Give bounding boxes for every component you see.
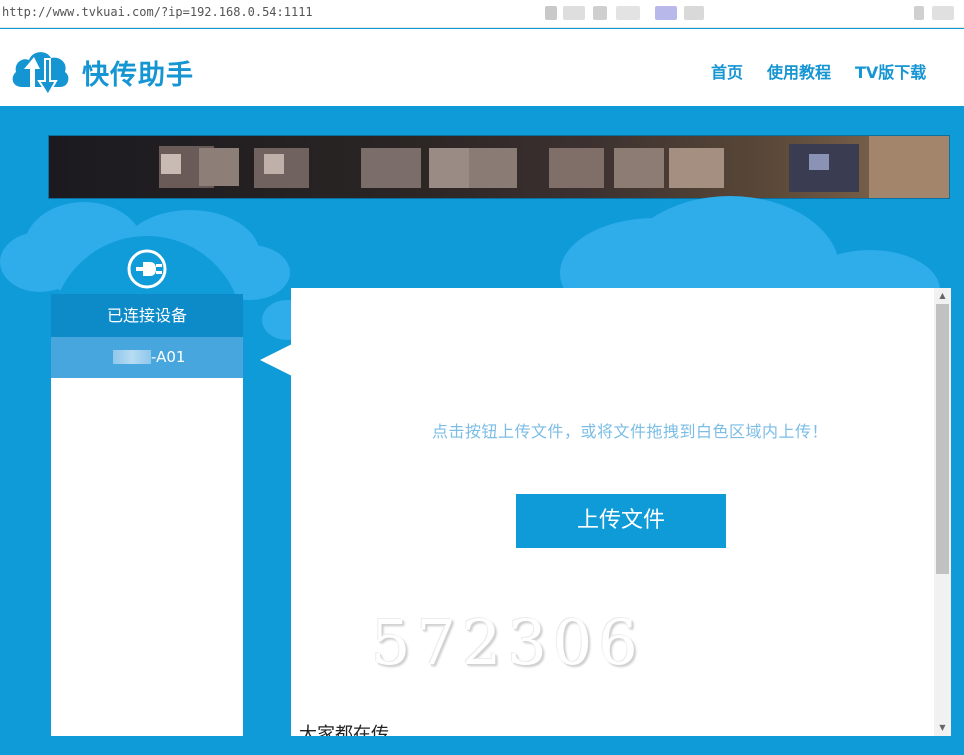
blurred-region	[932, 6, 954, 20]
popular-section-title: 大家都在传	[299, 724, 389, 736]
blurred-region	[655, 6, 677, 20]
device-name: -A01	[151, 348, 186, 366]
device-item[interactable]: -A01	[51, 337, 243, 378]
blurred-region	[914, 6, 924, 20]
plug-icon	[127, 249, 167, 289]
selection-pointer	[260, 344, 292, 376]
device-list-title: 已连接设备	[51, 294, 243, 337]
banner-pixel-block	[469, 148, 517, 188]
upload-drop-zone[interactable]: 点击按钮上传文件，或将文件拖拽到白色区域内上传！ 上传文件 572306 大家都…	[291, 288, 951, 736]
brand-title[interactable]: 快传助手	[82, 53, 194, 92]
banner-pixel-block	[264, 154, 284, 174]
banner-pixel-block	[161, 154, 181, 174]
nav-tutorial[interactable]: 使用教程	[767, 59, 831, 83]
banner-pixel-block	[614, 148, 664, 188]
blurred-device-name	[113, 350, 151, 364]
banner-pixel-block	[549, 148, 604, 188]
address-bar[interactable]: http://www.tvkuai.com/?ip=192.168.0.54:1…	[0, 0, 964, 28]
banner-ad[interactable]	[48, 135, 950, 199]
scroll-down-icon[interactable]: ▼	[934, 720, 951, 736]
nav-tv-download[interactable]: TV版下载	[855, 59, 926, 83]
scroll-up-icon[interactable]: ▲	[934, 288, 951, 304]
watermark: 572306	[371, 606, 644, 679]
blurred-region	[545, 6, 557, 20]
cloud-transfer-icon[interactable]	[8, 43, 72, 99]
banner-pixel-block	[199, 148, 239, 186]
blurred-region	[593, 6, 607, 20]
banner-pixel-block	[669, 148, 724, 188]
banner-pixel-block	[809, 154, 829, 170]
banner-pixel-block	[429, 148, 469, 188]
banner-pixel-block	[361, 148, 421, 188]
address-url[interactable]: http://www.tvkuai.com/?ip=192.168.0.54:1…	[2, 5, 313, 19]
site-header: 快传助手 首页 使用教程 TV版下载	[0, 29, 964, 106]
upload-file-button[interactable]: 上传文件	[516, 494, 726, 548]
blurred-region	[616, 6, 640, 20]
scrollbar[interactable]: ▲ ▼	[934, 288, 951, 736]
scrollbar-thumb[interactable]	[936, 304, 949, 574]
device-list-panel: 已连接设备 -A01	[51, 294, 243, 736]
nav-home[interactable]: 首页	[711, 59, 743, 83]
banner-pixel-block	[869, 136, 949, 198]
blurred-region	[684, 6, 704, 20]
upload-hint: 点击按钮上传文件，或将文件拖拽到白色区域内上传！	[431, 422, 828, 441]
blurred-region	[563, 6, 585, 20]
